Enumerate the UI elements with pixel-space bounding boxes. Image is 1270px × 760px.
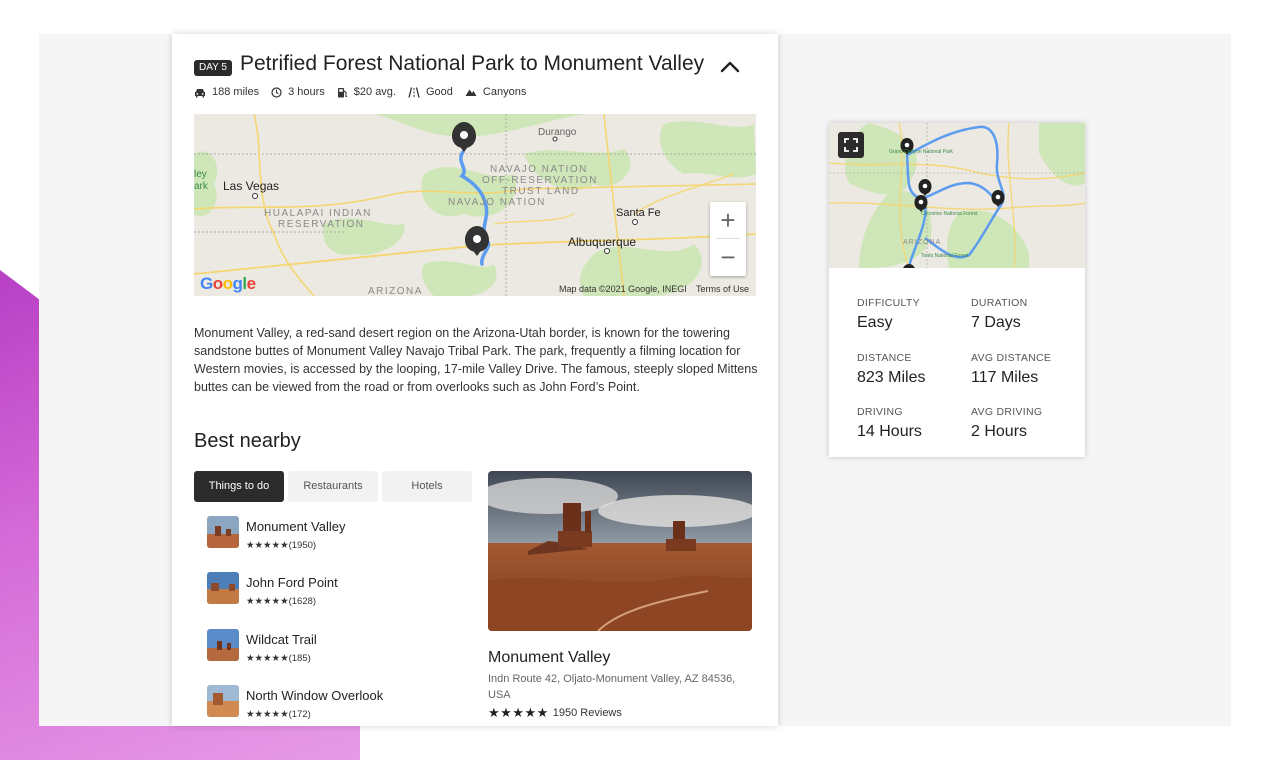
list-item[interactable]: North Window Overlook ★★★★★(172) (207, 684, 447, 726)
best-nearby-title: Best nearby (194, 430, 301, 452)
overview-map-base: Grand Canyon National Park Coconino Nati… (829, 123, 1085, 268)
day-description: Monument Valley, a red-sand desert regio… (194, 326, 758, 394)
map-attribution: Map data ©2021 Google, INEGI (559, 284, 687, 294)
stat-duration: DURATION 7 Days (971, 297, 1071, 332)
meta-duration-text: 3 hours (288, 86, 325, 98)
featured-place-photo[interactable] (488, 471, 752, 631)
tab-restaurants[interactable]: Restaurants (288, 471, 378, 502)
day-badge: DAY 5 (194, 60, 232, 76)
car-icon (195, 88, 205, 97)
stat-avg-driving: AVG DRIVING 2 Hours (971, 406, 1071, 441)
zoom-in-button[interactable]: + (710, 202, 746, 238)
route-map[interactable]: Durango NAVAJO NATION OFF-RESERVATION TR… (194, 114, 756, 296)
place-name: North Window Overlook (246, 687, 384, 703)
trip-meta: 188 miles 3 hours $20 avg. Good Canyons (194, 84, 538, 100)
list-item[interactable]: Monument Valley ★★★★★(1950) (207, 516, 447, 572)
stat-label: AVG DRIVING (971, 406, 1043, 418)
stat-label: AVG DISTANCE (971, 352, 1052, 364)
place-rating: ★★★★★(172) (246, 708, 311, 720)
place-thumbnail (207, 572, 239, 605)
nearby-place-list: Monument Valley ★★★★★(1950) John Ford Po… (207, 516, 447, 726)
star-rating: ★★★★★ (488, 705, 549, 720)
stat-label: DIFFICULTY (857, 297, 920, 309)
featured-place-reviews: ★★★★★ 1950 Reviews (488, 705, 622, 721)
place-name: Wildcat Trail (246, 631, 317, 647)
day-title: Petrified Forest National Park to Monume… (240, 52, 705, 75)
map-zoom-control: + − (710, 202, 746, 276)
stat-value: 7 Days (971, 314, 1021, 331)
stat-label: DISTANCE (857, 352, 912, 364)
stat-value: 823 Miles (857, 369, 926, 386)
map-label-hualapai-2: RESERVATION (278, 219, 365, 230)
place-thumbnail (207, 628, 239, 661)
list-item[interactable]: Wildcat Trail ★★★★★(185) (207, 628, 447, 685)
chevron-up-icon[interactable] (719, 56, 741, 78)
meta-terrain: Canyons (465, 84, 526, 100)
meta-distance-text: 188 miles (212, 86, 260, 98)
list-item[interactable]: John Ford Point ★★★★★(1628) (207, 572, 447, 628)
road-icon (408, 86, 420, 98)
day-card: DAY 5 Petrified Forest National Park to … (172, 34, 778, 726)
place-rating: ★★★★★(1628) (246, 596, 317, 608)
overview-label-coconino: Coconino National Forest (921, 211, 978, 217)
place-thumbnail (207, 684, 239, 717)
meta-distance: 188 miles (194, 84, 259, 100)
featured-place-address: Indn Route 42, Oljato-Monument Valley, A… (488, 673, 736, 701)
stat-avg-distance: AVG DISTANCE 117 Miles (971, 352, 1071, 387)
clock-icon (271, 86, 282, 98)
stat-value: 117 Miles (971, 369, 1039, 386)
map-label-arizona: ARIZONA (368, 286, 423, 296)
meta-cost-text: $20 avg. (353, 86, 396, 98)
map-label-durango: Durango (538, 127, 577, 138)
day-header: DAY 5 Petrified Forest National Park to … (194, 52, 754, 80)
mountain-icon (465, 89, 477, 96)
stat-difficulty: DIFFICULTY Easy (857, 297, 957, 332)
featured-place-name: Monument Valley (488, 649, 611, 666)
stat-value: 14 Hours (857, 423, 922, 440)
stat-distance: DISTANCE 823 Miles (857, 352, 957, 387)
stat-value: 2 Hours (971, 423, 1028, 440)
tab-things-to-do[interactable]: Things to do (194, 471, 284, 502)
place-thumbnail (207, 516, 239, 548)
gas-pump-icon (337, 87, 347, 97)
meta-terrain-text: Canyons (482, 86, 527, 98)
meta-road: Good (408, 84, 453, 100)
stat-driving: DRIVING 14 Hours (857, 406, 957, 441)
map-terms-link[interactable]: Terms of Use (696, 284, 749, 294)
zoom-out-button[interactable]: − (710, 239, 746, 275)
overview-map[interactable]: Grand Canyon National Park Coconino Nati… (829, 123, 1085, 268)
fullscreen-icon (844, 138, 858, 152)
map-label-off-reservation: OFF-RESERVATION (482, 175, 598, 186)
meta-road-text: Good (425, 86, 453, 98)
map-label-valley-park-1: ley (194, 169, 207, 180)
place-rating: ★★★★★(185) (246, 652, 311, 664)
map-label-albuquerque: Albuquerque (568, 235, 637, 249)
map-label-navajo-nation-2: NAVAJO NATION (448, 197, 546, 208)
stat-label: DRIVING (857, 406, 903, 418)
meta-cost: $20 avg. (337, 84, 396, 100)
overview-label-tonto: Tonto National Forest (921, 253, 969, 259)
place-name: Monument Valley (246, 519, 346, 534)
place-rating: ★★★★★(1950) (246, 540, 317, 551)
meta-duration: 3 hours (271, 84, 325, 100)
google-logo: Google (200, 274, 256, 293)
map-label-hualapai-1: HUALAPAI INDIAN (264, 208, 372, 219)
stat-value: Easy (857, 314, 893, 331)
map-label-trust-land: TRUST LAND (502, 186, 580, 197)
stat-label: DURATION (971, 297, 1028, 309)
nearby-tabs: Things to do Restaurants Hotels (194, 471, 474, 502)
map-label-santa-fe: Santa Fe (616, 207, 661, 219)
map-label-navajo-nation: NAVAJO NATION (490, 164, 588, 175)
review-count[interactable]: 1950 Reviews (553, 707, 622, 719)
trip-summary-card: Grand Canyon National Park Coconino Nati… (829, 123, 1085, 457)
place-name: John Ford Point (246, 575, 338, 591)
map-label-las-vegas: Las Vegas (223, 179, 280, 193)
tab-hotels[interactable]: Hotels (382, 471, 472, 502)
overview-label-arizona: ARIZONA (903, 239, 941, 246)
map-label-valley-park-2: ark (194, 181, 208, 192)
overview-label-grand-canyon: Grand Canyon National Park (889, 149, 953, 155)
fullscreen-button[interactable] (838, 132, 864, 158)
